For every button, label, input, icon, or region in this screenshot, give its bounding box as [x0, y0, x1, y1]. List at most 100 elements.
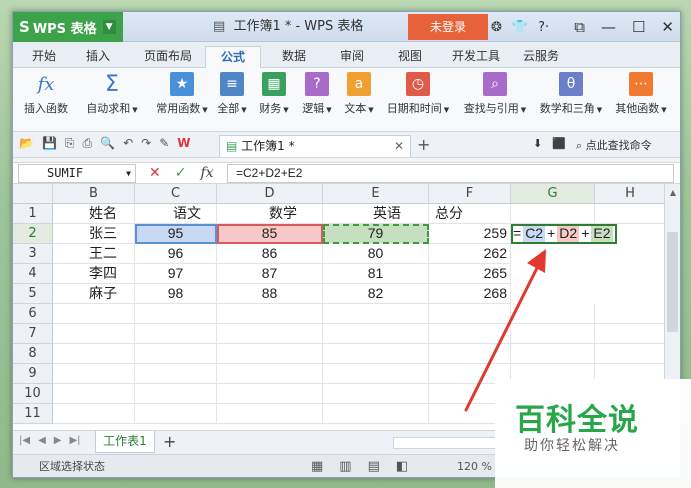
close-icon[interactable]: ✕	[661, 18, 674, 36]
common-functions-button[interactable]: ★ 常用函数 ▼	[149, 72, 215, 116]
col-header-e[interactable]: E	[323, 184, 429, 204]
login-button[interactable]: 未登录	[408, 14, 488, 40]
cell-e1[interactable]: 英语	[323, 204, 429, 224]
cell-c4[interactable]: 97	[135, 264, 217, 284]
cell-b4[interactable]: 李四	[53, 264, 135, 284]
datetime-functions-button[interactable]: ◷ 日期和时间 ▼	[383, 72, 453, 116]
col-header-c[interactable]: C	[135, 184, 217, 204]
cell-e5[interactable]: 82	[323, 284, 429, 304]
cell-f1[interactable]: 总分	[429, 204, 511, 224]
command-search[interactable]: ⌕ 点此查找命令	[576, 137, 652, 153]
row-header-4[interactable]: 4	[13, 264, 53, 284]
cell-d5[interactable]: 88	[217, 284, 323, 304]
other-functions-button[interactable]: ⋯ 其他函数 ▼	[611, 72, 671, 116]
row-header-3[interactable]: 3	[13, 244, 53, 264]
row-header-6[interactable]: 6	[13, 304, 53, 324]
next-sheet-icon[interactable]: ▶	[54, 435, 62, 446]
col-header-h[interactable]: H	[595, 184, 666, 204]
cell-e4[interactable]: 81	[323, 264, 429, 284]
finance-functions-button[interactable]: ▦ 财务 ▼	[255, 72, 293, 116]
cancel-icon[interactable]: ✕	[149, 163, 161, 184]
new-tab-button[interactable]: +	[417, 135, 430, 154]
first-sheet-icon[interactable]: |◀	[19, 435, 30, 446]
confirm-icon[interactable]: ✓	[175, 163, 187, 184]
cell-c3[interactable]: 96	[135, 244, 217, 264]
app-menu-button[interactable]: S WPS 表格 ▼	[13, 12, 123, 42]
cell-d2[interactable]: 85	[217, 224, 323, 244]
lookup-functions-button[interactable]: ⌕ 查找与引用 ▼	[459, 72, 531, 116]
cell-f4[interactable]: 265	[429, 264, 511, 284]
select-all-corner[interactable]	[13, 184, 53, 204]
col-header-b[interactable]: B	[53, 184, 135, 204]
cell-e3[interactable]: 80	[323, 244, 429, 264]
cell-f5[interactable]: 268	[429, 284, 511, 304]
cell-g2-editing[interactable]: = C2 + D2 + E2 |	[511, 224, 618, 244]
tab-developer[interactable]: 开发工具	[443, 46, 509, 68]
col-header-g[interactable]: G	[511, 184, 595, 204]
row-header-10[interactable]: 10	[13, 384, 53, 404]
page-layout-icon[interactable]: ▥	[339, 459, 351, 474]
comment-icon[interactable]: ⬛	[552, 137, 566, 153]
cell-b5[interactable]: 麻子	[53, 284, 135, 304]
reading-mode-icon[interactable]: ◧	[396, 459, 408, 474]
insert-function-button[interactable]: fx 插入函数	[19, 72, 73, 116]
row-header-2[interactable]: 2	[13, 224, 53, 244]
row-header-5[interactable]: 5	[13, 284, 53, 304]
math-functions-button[interactable]: θ 数学和三角 ▼	[535, 72, 607, 116]
tab-insert[interactable]: 插入	[75, 46, 121, 68]
row-header-11[interactable]: 11	[13, 404, 53, 424]
tab-review[interactable]: 审阅	[329, 46, 375, 68]
redo-icon[interactable]: ↷	[141, 136, 151, 151]
cell-f3[interactable]: 262	[429, 244, 511, 264]
preview-icon[interactable]: 🔍	[100, 136, 115, 151]
tab-view[interactable]: 视图	[387, 46, 433, 68]
print-icon[interactable]: ⎙	[83, 136, 93, 151]
formula-input[interactable]: =C2+D2+E2	[227, 164, 674, 183]
document-tab[interactable]: ▤ 工作簿1 * ✕	[219, 135, 411, 157]
cell-d1[interactable]: 数学	[217, 204, 323, 224]
all-functions-button[interactable]: ≡ 全部 ▼	[213, 72, 251, 116]
cell-b2[interactable]: 张三	[53, 224, 135, 244]
open-icon[interactable]: 📂	[19, 136, 34, 151]
row-header-8[interactable]: 8	[13, 344, 53, 364]
restore-icon[interactable]: ⧉	[574, 18, 585, 36]
export-icon[interactable]: ⎘	[65, 136, 75, 151]
col-header-f[interactable]: F	[429, 184, 511, 204]
zoom-level[interactable]: 120 %	[457, 455, 492, 477]
name-box[interactable]: SUMIF ▼	[18, 164, 136, 183]
tab-page-layout[interactable]: 页面布局	[135, 46, 201, 68]
text-functions-button[interactable]: a 文本 ▼	[340, 72, 378, 116]
prev-sheet-icon[interactable]: ◀	[38, 435, 46, 446]
cell-d4[interactable]: 87	[217, 264, 323, 284]
cell-b3[interactable]: 王二	[53, 244, 135, 264]
tab-data[interactable]: 数据	[271, 46, 317, 68]
close-tab-icon[interactable]: ✕	[394, 136, 404, 156]
save-icon[interactable]: 💾	[42, 136, 57, 151]
cell-b1[interactable]: 姓名	[53, 204, 135, 224]
minimize-icon[interactable]: —	[601, 18, 616, 36]
cell-h1[interactable]	[595, 204, 666, 224]
tab-home[interactable]: 开始	[21, 46, 67, 68]
scroll-up-icon[interactable]: ▲	[665, 188, 680, 197]
last-sheet-icon[interactable]: ▶|	[69, 435, 80, 446]
tab-cloud[interactable]: 云服务	[513, 46, 569, 68]
cell-c1[interactable]: 语文	[135, 204, 217, 224]
logic-functions-button[interactable]: ? 逻辑 ▼	[298, 72, 336, 116]
cell-d3[interactable]: 86	[217, 244, 323, 264]
format-painter-icon[interactable]: ✎	[159, 136, 169, 151]
cell-f2[interactable]: 259	[429, 224, 511, 244]
sheet-tab-1[interactable]: 工作表1	[95, 431, 155, 453]
row-header-9[interactable]: 9	[13, 364, 53, 384]
cell-c2[interactable]: 95	[135, 224, 217, 244]
share-icon[interactable]: ⬇	[533, 137, 542, 153]
skin-icon[interactable]: ❂	[491, 20, 502, 35]
fx-icon[interactable]: fx	[200, 163, 213, 184]
row-header-1[interactable]: 1	[13, 204, 53, 224]
normal-view-icon[interactable]: ▦	[311, 459, 323, 474]
add-sheet-button[interactable]: +	[163, 432, 176, 451]
shirt-icon[interactable]: 👕	[512, 20, 528, 35]
maximize-icon[interactable]: ☐	[632, 18, 645, 36]
cell-c5[interactable]: 98	[135, 284, 217, 304]
page-break-icon[interactable]: ▤	[368, 459, 380, 474]
undo-icon[interactable]: ↶	[123, 136, 133, 151]
